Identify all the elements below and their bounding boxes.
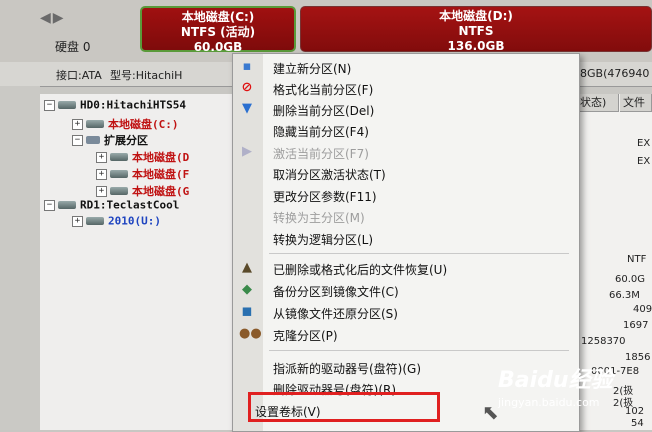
disk-tree: − HD0:HitachiHTS54 + 本地磁盘(C:) − 扩展分区 + 本地磁盘(… [40, 94, 240, 430]
expand-icon[interactable]: + [96, 151, 107, 163]
tree-item-label: HD0:HitachiHTS54 [80, 98, 186, 112]
expand-icon[interactable]: + [96, 168, 107, 180]
menu-item-new-partition[interactable]: ▪ 建立新分区(N) [233, 57, 579, 77]
tree-item-label: 本地磁盘(C:) [108, 118, 179, 131]
tree-item-label: 2010(U:) [108, 214, 161, 228]
menu-item-activate[interactable]: ▶ 激活当前分区(F7) [233, 142, 579, 162]
activate-icon: ▶ [242, 144, 252, 159]
menu-item-label: 激活当前分区(F7) [273, 147, 369, 161]
model-label: 型号:HitachiH [110, 69, 183, 82]
menu-item-label: 备份分区到镜像文件(C) [273, 285, 399, 299]
detail-cell: 1258370 [581, 336, 626, 347]
menu-item-label: 建立新分区(N) [273, 62, 352, 76]
tree-item-label: 本地磁盘(D [132, 151, 190, 164]
mouse-cursor-icon: ⬉ [482, 400, 499, 424]
tree-item-d[interactable]: + 本地磁盘(D [96, 149, 189, 167]
partition-bar-c[interactable]: 本地磁盘(C:) NTFS (活动) 60.0GB [140, 6, 296, 54]
menu-item-change-params[interactable]: 更改分区参数(F11) [233, 185, 579, 205]
delete-icon: ▼ [242, 101, 252, 116]
partition-icon [86, 217, 104, 225]
backup-icon: ◆ [242, 282, 252, 297]
removable-disk-icon [58, 201, 76, 209]
menu-item-hide[interactable]: 隐藏当前分区(F4) [233, 120, 579, 140]
watermark: Baidu经验 jingyan.baidu.com [498, 362, 648, 416]
tree-item-u[interactable]: +2010(U:) [72, 214, 161, 232]
menu-item-format[interactable]: ⊘ 格式化当前分区(F) [233, 78, 579, 98]
detail-cell: 54 [631, 418, 644, 429]
menu-item-label: 更改分区参数(F11) [273, 190, 377, 204]
menu-item-label: 隐藏当前分区(F4) [273, 125, 369, 139]
menu-item-to-logical[interactable]: 转换为逻辑分区(L) [233, 228, 579, 248]
partition-fs: NTFS [458, 24, 494, 38]
tree-item-f[interactable]: + 本地磁盘(F [96, 166, 189, 184]
clone-icon: ●● [239, 326, 262, 341]
column-header[interactable]: 文件 [620, 94, 652, 112]
watermark-logo: Baidu经验 [498, 368, 613, 393]
partition-icon [86, 120, 104, 128]
menu-item-label: 删除当前分区(Del) [273, 104, 375, 118]
partition-name: 本地磁盘(C:) [181, 10, 255, 24]
menu-item-to-primary[interactable]: 转换为主分区(M) [233, 206, 579, 226]
detail-cell: 409 [633, 304, 652, 315]
highlight-box [248, 392, 440, 422]
disk-label: 硬盘 0 [55, 40, 91, 54]
menu-item-restore-image[interactable]: ◼ 从镜像文件还原分区(S) [233, 302, 579, 322]
detail-cell: 66.3M [609, 290, 640, 301]
menu-item-label: 克隆分区(P) [273, 329, 338, 343]
menu-item-recover-files[interactable]: ▲ 已删除或格式化后的文件恢复(U) [233, 258, 579, 278]
tree-item-hd0[interactable]: − HD0:HitachiHTS54 [44, 98, 186, 116]
menu-item-label: 转换为逻辑分区(L) [273, 233, 374, 247]
format-icon: ⊘ [241, 80, 253, 95]
collapse-icon[interactable]: − [44, 199, 55, 211]
partition-icon [110, 153, 128, 161]
menu-item-label: 指派新的驱动器号(盘符)(G) [273, 362, 422, 376]
partition-name: 本地磁盘(D:) [439, 9, 513, 23]
recover-icon: ▲ [242, 260, 252, 275]
partition-icon [110, 187, 128, 195]
tree-item-label: 本地磁盘(F [132, 168, 190, 181]
menu-item-label: 取消分区激活状态(T) [273, 168, 386, 182]
capacity-label: 8GB(476940 [580, 67, 650, 80]
menu-separator [269, 350, 569, 351]
left-margin [0, 86, 40, 430]
partition-icon [110, 170, 128, 178]
detail-cell: 60.0G [615, 274, 646, 285]
tree-item-label: 扩展分区 [104, 134, 148, 147]
detail-cell: EX [637, 138, 651, 149]
extended-partition-icon [86, 136, 100, 144]
expand-icon[interactable]: + [96, 185, 107, 197]
expand-icon[interactable]: + [72, 215, 83, 227]
menu-item-label: 已删除或格式化后的文件恢复(U) [273, 263, 448, 277]
menu-item-delete[interactable]: ▼ 删除当前分区(Del) [233, 99, 579, 119]
collapse-icon[interactable]: − [72, 134, 83, 146]
watermark-url: jingyan.baidu.com [498, 396, 600, 409]
detail-cell: 1697 [623, 320, 649, 331]
new-partition-icon: ▪ [242, 59, 252, 74]
detail-cell: EX [637, 156, 651, 167]
tree-item-label: 本地磁盘(G [132, 185, 190, 198]
menu-item-backup-image[interactable]: ◆ 备份分区到镜像文件(C) [233, 280, 579, 300]
menu-item-clone[interactable]: ●● 克隆分区(P) [233, 324, 579, 344]
partition-bar-d[interactable]: 本地磁盘(D:) NTFS 136.0GB [300, 6, 652, 53]
column-header[interactable]: 状态) [577, 94, 619, 112]
menu-item-label: 转换为主分区(M) [273, 211, 365, 225]
menu-separator [269, 253, 569, 254]
nav-arrows[interactable]: ◀▶ [40, 10, 66, 26]
hard-disk-icon [58, 101, 76, 109]
menu-item-label: 格式化当前分区(F) [273, 83, 374, 97]
restore-icon: ◼ [241, 304, 253, 319]
tree-item-extended[interactable]: − 扩展分区 [72, 132, 148, 150]
tree-item-label: RD1:TeclastCool [80, 198, 180, 212]
expand-icon[interactable]: + [72, 118, 83, 130]
interface-label: 接口:ATA [56, 69, 102, 82]
collapse-icon[interactable]: − [44, 99, 55, 111]
menu-item-deactivate[interactable]: 取消分区激活状态(T) [233, 163, 579, 183]
partition-size: 136.0GB [447, 39, 505, 53]
menu-item-label: 从镜像文件还原分区(S) [273, 307, 398, 321]
partition-fs: NTFS (活动) [180, 25, 256, 39]
detail-cell: NTF [627, 254, 647, 265]
